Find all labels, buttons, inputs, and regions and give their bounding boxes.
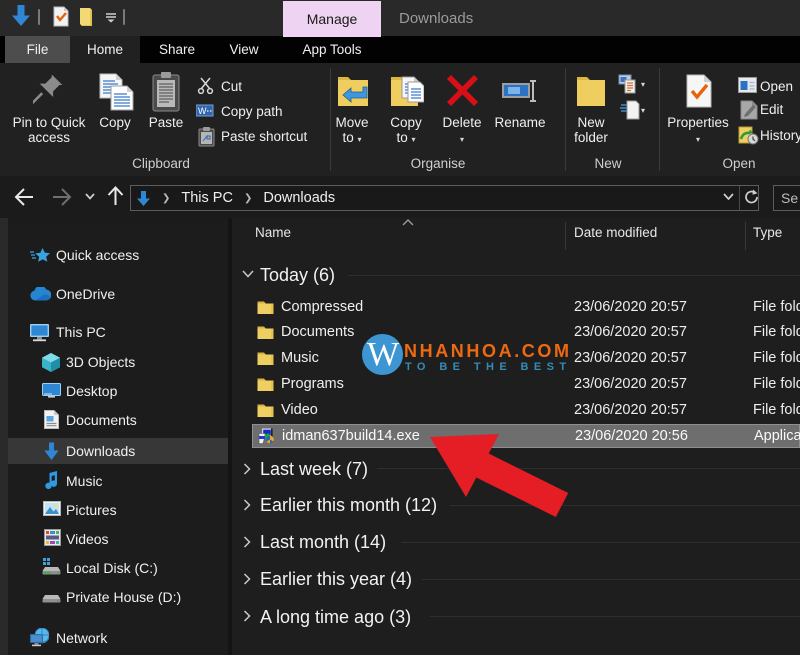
svg-text:W: W (198, 106, 207, 116)
